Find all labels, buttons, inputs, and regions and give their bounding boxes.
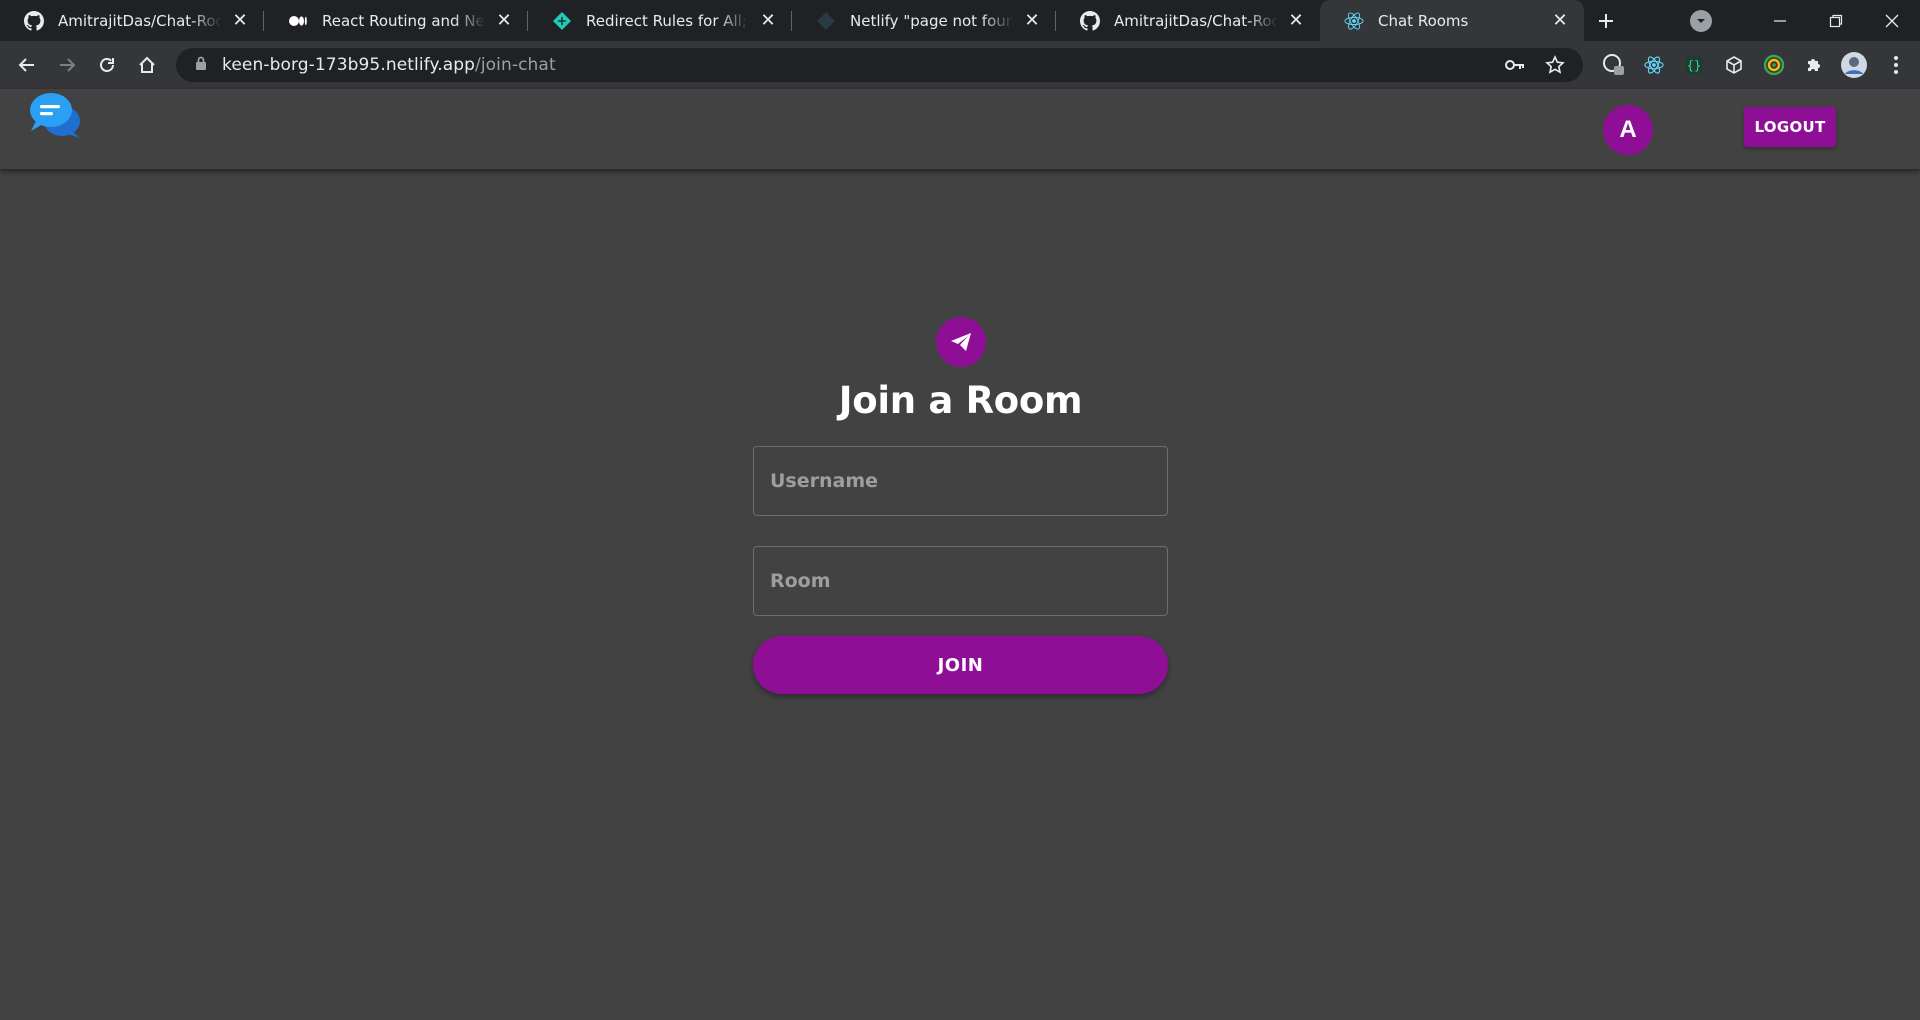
tab-title: Netlify "page not found" when (850, 11, 1014, 30)
medium-icon (288, 11, 308, 31)
logout-button[interactable]: LOGOUT (1744, 107, 1836, 147)
cube-icon[interactable] (1714, 45, 1754, 85)
reload-icon[interactable] (87, 45, 127, 85)
join-room-form: Join a Room JOIN (753, 317, 1168, 694)
new-tab-button[interactable] (1584, 0, 1628, 41)
netlify-dark-icon (816, 11, 836, 31)
page-title: Join a Room (838, 379, 1083, 422)
home-icon[interactable] (127, 45, 167, 85)
github-icon (1080, 10, 1100, 31)
browser-tabstrip: AmitrajitDas/Chat-Rooms: A ✕ React Routi… (0, 0, 1920, 41)
extension-badge-icon[interactable] (1594, 45, 1634, 85)
react-icon (1344, 11, 1364, 31)
browser-tab[interactable]: Netlify "page not found" when ✕ (792, 0, 1056, 41)
tab-close-icon[interactable]: ✕ (758, 11, 778, 31)
browser-tab[interactable]: React Routing and Netlify Redirects ✕ (264, 0, 528, 41)
browser-tab[interactable]: AmitrajitDas/Chat-Rooms: A ✕ (0, 0, 264, 41)
room-input[interactable] (753, 546, 1168, 616)
tab-title: Redirect Rules for All; How to (586, 11, 750, 30)
window-close-icon[interactable] (1864, 0, 1920, 41)
bookmark-star-icon[interactable] (1535, 48, 1575, 82)
restore-icon[interactable] (1808, 0, 1864, 41)
browser-tab[interactable]: Redirect Rules for All; How to ✕ (528, 0, 792, 41)
tab-close-icon[interactable]: ✕ (1550, 11, 1570, 31)
browser-tab[interactable]: AmitrajitDas/Chat-Rooms: A ✕ (1056, 0, 1320, 41)
chat-bubbles-icon[interactable] (28, 91, 82, 141)
avatar[interactable]: A (1603, 105, 1653, 155)
app-header: A LOGOUT (0, 89, 1920, 169)
tab-close-icon[interactable]: ✕ (1286, 11, 1306, 31)
profile-avatar-icon[interactable] (1834, 45, 1874, 85)
tab-title: Chat Rooms (1378, 11, 1469, 30)
github-icon (24, 10, 44, 31)
browser-toolbar: keen-borg-173b95.netlify.app/join-chat {… (0, 41, 1920, 89)
browser-tab-active[interactable]: Chat Rooms ✕ (1320, 0, 1584, 41)
extensions-puzzle-icon[interactable] (1794, 45, 1834, 85)
key-icon[interactable] (1495, 48, 1535, 82)
address-bar[interactable]: keen-borg-173b95.netlify.app/join-chat (176, 48, 1583, 82)
paper-plane-icon (935, 317, 986, 367)
tab-search-icon[interactable] (1690, 9, 1712, 32)
netlify-icon (552, 11, 572, 31)
tab-close-icon[interactable]: ✕ (230, 11, 250, 31)
svg-text:{}: {} (1687, 59, 1701, 73)
tab-close-icon[interactable]: ✕ (1022, 11, 1042, 31)
browser-menu-icon[interactable] (1878, 45, 1914, 85)
minimize-icon[interactable] (1752, 0, 1808, 41)
back-icon[interactable] (7, 45, 47, 85)
tab-title: AmitrajitDas/Chat-Rooms: A (1114, 11, 1278, 30)
target-icon[interactable] (1754, 45, 1794, 85)
join-button[interactable]: JOIN (753, 636, 1168, 694)
react-devtools-icon[interactable] (1634, 45, 1674, 85)
username-input[interactable] (753, 446, 1168, 516)
lock-icon[interactable] (194, 55, 208, 75)
tab-title: React Routing and Netlify Redirects (322, 11, 486, 30)
tab-close-icon[interactable]: ✕ (494, 11, 514, 31)
extension-brackets-icon[interactable]: {} (1674, 45, 1714, 85)
url-text: keen-borg-173b95.netlify.app/join-chat (222, 55, 556, 75)
forward-icon[interactable] (47, 45, 87, 85)
tab-title: AmitrajitDas/Chat-Rooms: A (58, 11, 222, 30)
